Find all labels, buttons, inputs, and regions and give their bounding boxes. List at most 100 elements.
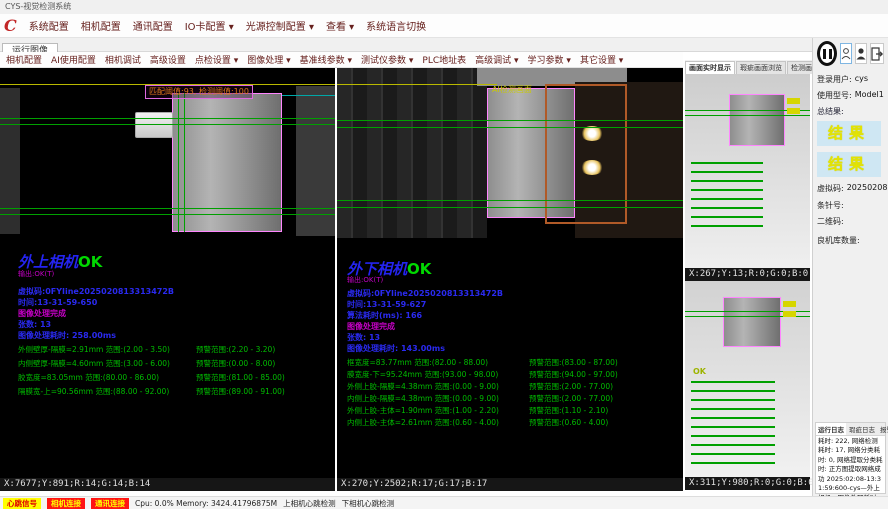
measure-value: 外侧上胶-隔膜=4.38mm 范围:(0.00 - 9.00): [347, 381, 529, 393]
model-value[interactable]: Model1: [855, 90, 884, 101]
tool-spot-check[interactable]: 点检设置 ▾: [195, 53, 238, 66]
measurement-row: 胶宽度=83.05mm 范围:(80.00 - 86.00)预警范围:(81.0…: [18, 372, 285, 386]
tool-advanced-settings[interactable]: 高级设置: [150, 53, 186, 66]
measurement-list: 外侧壁厚-隔膜=2.91mm 范围:(2.00 - 3.50)预警范围:(2.2…: [18, 344, 285, 400]
warn-range: 预警范围:(83.00 - 87.00): [529, 357, 618, 369]
measurement-row: 框宽度=83.77mm 范围:(82.00 - 88.00)预警范围:(83.0…: [347, 357, 618, 369]
product-image: [723, 297, 781, 347]
needle-label: 条针号:: [817, 200, 844, 211]
measure-value: 内侧上胶-隔膜=4.38mm 范围:(0.00 - 9.00): [347, 393, 529, 405]
menu-language-switch[interactable]: 系统语言切换: [366, 18, 426, 33]
product-image: [729, 94, 785, 146]
measurement-row: 内侧上胶-隔膜=4.38mm 范围:(0.00 - 9.00)预警范围:(2.0…: [347, 393, 618, 405]
pixel-coordinates-thumb-bottom: X:311;Y:980;R:0;G:0;B:0: [685, 477, 810, 490]
measurement-row: 膜宽度-下=95.24mm 范围:(93.00 - 98.00)预警范围:(94…: [347, 369, 618, 381]
pause-button[interactable]: [817, 41, 837, 66]
exit-button[interactable]: [870, 43, 884, 64]
rtab-live-view[interactable]: 画面实时显示: [685, 61, 735, 74]
measurement-row: 外侧壁厚-隔膜=2.91mm 范围:(2.00 - 3.50)预警范围:(2.2…: [18, 344, 285, 358]
thumb-view-top[interactable]: [685, 74, 810, 268]
rtab-defect-view[interactable]: 瑕疵画面浏览: [736, 61, 786, 74]
warn-range: 预警范围:(94.00 - 97.00): [529, 369, 618, 381]
log-tab-alarm[interactable]: 报警日志: [878, 423, 888, 435]
menu-light-config[interactable]: 光源控制配置 ▾: [246, 18, 314, 33]
tool-tester-params[interactable]: 测试仪参数 ▾: [361, 53, 413, 66]
algo-time-line: 算法耗时(ms): 166: [347, 310, 422, 321]
warn-range: 预警范围:(89.00 - 91.00): [196, 386, 285, 400]
menu-camera-config[interactable]: 相机配置: [81, 18, 121, 33]
machine-frame: [0, 88, 20, 234]
result-text-block: [691, 381, 775, 467]
right-view-tabs: 画面实时显示 瑕疵画面浏览 检测画面浏览: [685, 60, 812, 74]
measure-hline: [0, 208, 335, 209]
tool-camera-config[interactable]: 相机配置: [6, 53, 42, 66]
measure-value: 胶宽度=83.05mm 范围:(80.00 - 86.00): [18, 372, 196, 386]
measurement-list: 框宽度=83.77mm 范围:(82.00 - 88.00)预警范围:(83.0…: [347, 357, 618, 429]
lower-camera-heartbeat: 下相机心跳检测: [342, 498, 395, 509]
result-box-1: 结果: [817, 121, 881, 146]
frame-count-line: 张数: 13: [18, 319, 51, 330]
log-tab-run[interactable]: 运行日志: [816, 423, 846, 435]
thumb-view-bottom[interactable]: OK: [685, 281, 810, 477]
processing-line: 图像处理完成: [347, 321, 395, 332]
heartbeat-badge: 心跳信号: [3, 498, 41, 509]
measure-hline: [337, 207, 683, 208]
log-tabs: 运行日志 瑕疵日志 报警日志: [816, 423, 885, 436]
measure-value: 膜宽度-下=95.24mm 范围:(93.00 - 98.00): [347, 369, 529, 381]
cpu-memory-status: Cpu: 0.0% Memory: 3424.41796875M: [135, 499, 277, 508]
frame-count-line: 张数: 13: [347, 332, 380, 343]
menu-view[interactable]: 查看 ▾: [326, 18, 354, 33]
measure-hline: [0, 118, 335, 119]
ai-view-label: AI检测画面: [492, 84, 532, 95]
tool-plc-address[interactable]: PLC地址表: [422, 53, 466, 66]
login-user-field: 登录用户: cys: [817, 74, 884, 85]
pixel-coordinates-left: X:7677;Y:891;R:14;G:14;B:14: [0, 478, 335, 491]
result-text-block: [691, 162, 763, 234]
measurement-row: 隔膜宽-上=90.56mm 范围:(88.00 - 92.00)预警范围:(89…: [18, 386, 285, 400]
tool-learning-params[interactable]: 学习参数 ▾: [528, 53, 571, 66]
tool-baseline-params[interactable]: 基准线参数 ▾: [300, 53, 352, 66]
model-field: 使用型号: Model1: [817, 90, 884, 101]
operator-user-button[interactable]: [840, 43, 852, 64]
menu-comm-config[interactable]: 通讯配置: [133, 18, 173, 33]
tool-ai-config[interactable]: AI使用配置: [51, 53, 96, 66]
tool-image-processing[interactable]: 图像处理 ▾: [247, 53, 290, 66]
menu-io-config[interactable]: IO卡配置 ▾: [185, 18, 234, 33]
window-title: CYS-视觉检测系统: [5, 2, 71, 11]
barcode-line: 虚拟码:0FYIine2025020813313472B: [18, 286, 174, 297]
measurement-row: 外侧上胶-隔膜=4.38mm 范围:(0.00 - 9.00)预警范围:(2.0…: [347, 381, 618, 393]
machine-frame: [337, 68, 487, 238]
qr-field: 二维码:: [817, 216, 884, 227]
measure-hline: [685, 115, 810, 116]
app-logo-icon: C: [4, 15, 17, 37]
model-label: 使用型号:: [817, 90, 852, 101]
tool-advanced-debug[interactable]: 高级调试 ▾: [475, 53, 518, 66]
warn-range: 预警范围:(2.00 - 77.00): [529, 381, 613, 393]
camera-view-lower-outer[interactable]: AI检测画面 外下相机OK 输出:OK(T) 虚拟码:0FYIine202502…: [337, 68, 683, 478]
warn-range: 预警范围:(81.00 - 85.00): [196, 372, 285, 386]
pixel-coordinates-mid: X:270;Y:2502;R:17;G:17;B:17: [337, 478, 683, 491]
camera-view-upper-outer[interactable]: 匹配阈值:93, 检测阈值:100 外上相机OK 输出:OK(T) 虚拟码:0F…: [0, 68, 335, 478]
warn-range: 预警范围:(0.00 - 8.00): [196, 358, 275, 372]
reflection-spot: [580, 160, 604, 175]
warn-range: 预警范围:(2.00 - 77.00): [529, 393, 613, 405]
baseline-yellow: [337, 84, 497, 85]
tool-other-settings[interactable]: 其它设置 ▾: [580, 53, 623, 66]
admin-user-button[interactable]: [855, 43, 867, 64]
product-image: [172, 93, 282, 232]
virtual-code-value: 20250208: [847, 183, 888, 194]
result-box-2: 结果: [817, 152, 881, 177]
tool-camera-debug[interactable]: 相机调试: [105, 53, 141, 66]
tag-label: [787, 108, 800, 114]
time-line: 时间:13-31-59-650: [18, 297, 97, 308]
upper-camera-heartbeat: 上相机心跳检测: [283, 498, 336, 509]
measure-hline: [337, 127, 683, 128]
tag-label: [783, 301, 796, 307]
measurement-row: 外侧上胶-主体=1.90mm 范围:(1.00 - 2.20)预警范围:(1.1…: [347, 405, 618, 417]
log-tab-defect[interactable]: 瑕疵日志: [847, 423, 877, 435]
qr-label: 二维码:: [817, 216, 844, 227]
status-bar: 心跳信号 相机连接 通讯连接 Cpu: 0.0% Memory: 3424.41…: [0, 496, 888, 509]
menu-system-config[interactable]: 系统配置: [29, 18, 69, 33]
title-bar: CYS-视觉检测系统: [0, 0, 888, 14]
roi-box: [545, 84, 627, 224]
